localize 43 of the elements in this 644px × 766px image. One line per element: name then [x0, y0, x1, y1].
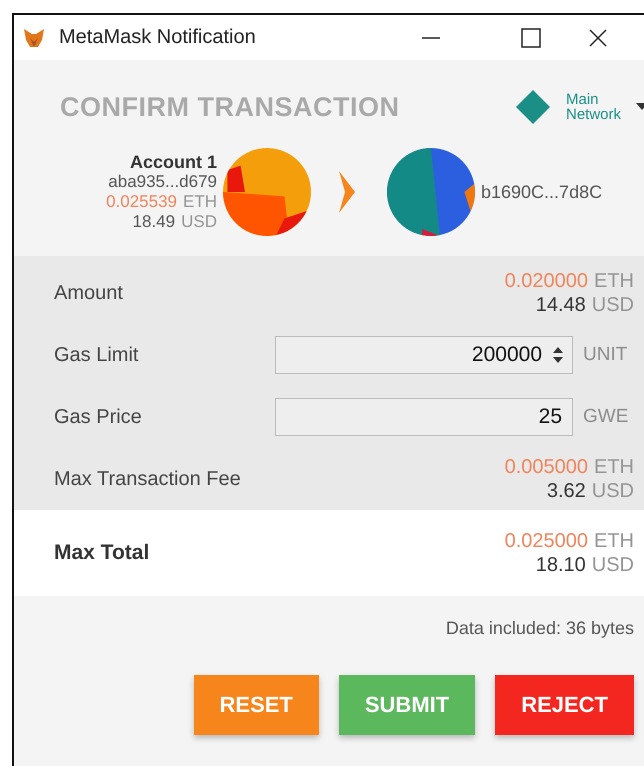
page-title: CONFIRM TRANSACTION	[60, 92, 400, 122]
field-label: Gas Price	[54, 406, 143, 428]
field-label: Gas Limit	[54, 344, 140, 366]
unit-label: GWE	[583, 406, 630, 428]
data-note: Data included: 36 bytes	[444, 617, 635, 639]
reject-button[interactable]: REJECT	[495, 675, 634, 735]
balance-unit: ETH	[183, 192, 217, 212]
minimize-icon	[421, 36, 441, 38]
usd-unit: USD	[592, 553, 634, 577]
usd-unit: USD	[592, 293, 634, 317]
close-icon	[588, 28, 608, 48]
number-input[interactable]: 200000	[275, 336, 573, 374]
fiat-unit: USD	[181, 212, 217, 232]
eth-unit: ETH	[594, 529, 634, 553]
fiat-amount: 18.49	[132, 212, 176, 232]
usd-amount: 3.62	[546, 479, 586, 503]
eth-unit: ETH	[594, 269, 634, 293]
spinner-icon[interactable]	[552, 346, 564, 364]
network-selector[interactable]: Main Network	[566, 92, 636, 122]
submit-button[interactable]: SUBMIT	[338, 675, 476, 735]
chevron-right-icon	[337, 169, 357, 215]
recipient-address: b1690C...7d8C	[481, 182, 602, 202]
window-title: MetaMask Notification	[59, 26, 257, 49]
account-name: Account 1	[130, 152, 217, 172]
usd-amount: 14.48	[536, 293, 586, 317]
usd-unit: USD	[592, 479, 634, 503]
sender-address: aba935...d679	[108, 172, 217, 192]
field-label: Amount	[54, 282, 124, 304]
fox-logo-icon	[23, 28, 45, 48]
maximize-icon	[521, 28, 541, 48]
balance-amount: 0.025539	[106, 192, 177, 212]
unit-label: UNIT	[583, 344, 628, 366]
eth-amount: 0.020000	[504, 269, 588, 293]
eth-unit: ETH	[594, 455, 634, 479]
eth-amount: 0.005000	[504, 455, 588, 479]
usd-amount: 18.10	[536, 553, 586, 577]
reset-button[interactable]: RESET	[194, 675, 319, 735]
caret-icon[interactable]	[636, 103, 644, 111]
number-input[interactable]: 25	[275, 398, 573, 436]
diamond-icon	[516, 90, 550, 124]
field-label: Max Transaction Fee	[54, 468, 242, 490]
eth-amount: 0.025000	[504, 529, 588, 553]
total-label: Max Total	[54, 541, 150, 565]
